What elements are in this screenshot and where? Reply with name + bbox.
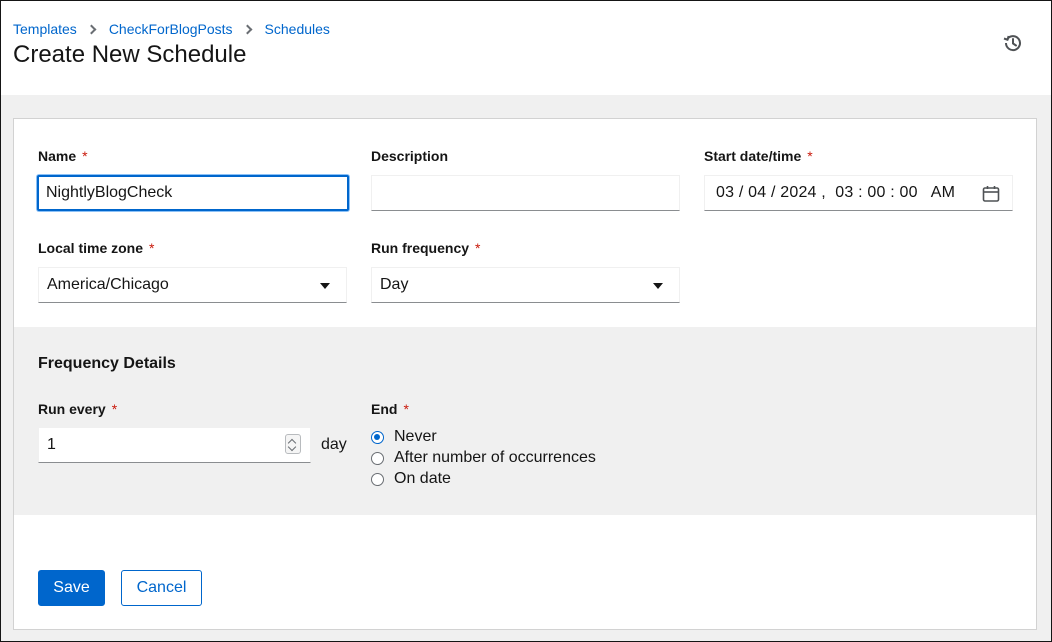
page-title: Create New Schedule <box>13 41 247 68</box>
caret-down-icon <box>320 283 330 289</box>
run-every-label: Run every * <box>38 401 118 417</box>
chevron-right-icon <box>242 24 252 34</box>
breadcrumb-schedules-link[interactable]: Schedules <box>265 21 330 37</box>
end-never-radio[interactable]: Never <box>371 428 437 446</box>
end-label: End * <box>371 401 409 417</box>
save-button[interactable]: Save <box>38 570 105 606</box>
frequency-details-title: Frequency Details <box>38 355 176 372</box>
schedule-form-card: Name * NightlyBlogCheck Description Start… <box>13 118 1037 630</box>
chevron-right-icon <box>86 24 97 34</box>
caret-down-icon <box>653 283 663 289</box>
history-icon[interactable] <box>1003 33 1023 53</box>
run-every-input[interactable]: 1 <box>38 427 311 463</box>
radio-unchecked-icon[interactable] <box>371 472 384 486</box>
name-label: Name * <box>38 148 88 164</box>
run-every-unit: day <box>321 436 347 453</box>
description-label: Description <box>371 148 449 164</box>
start-datetime-label: Start date/time * <box>704 148 813 164</box>
radio-checked-icon[interactable] <box>371 430 384 444</box>
start-datetime-input[interactable]: 03 / 04 / 2024 , 03 : 00 : 00 AM <box>704 175 1013 211</box>
page-header: Templates CheckForBlogPosts Schedules Cr… <box>1 1 1051 95</box>
name-input[interactable]: NightlyBlogCheck <box>37 175 349 211</box>
frequency-details-section: Frequency Details Run every * 1 day End * … <box>14 327 1036 515</box>
run-frequency-select[interactable]: Day <box>371 267 680 303</box>
run-frequency-label: Run frequency * <box>371 240 481 256</box>
cancel-button[interactable]: Cancel <box>121 570 202 606</box>
breadcrumb-templates-link[interactable]: Templates <box>13 21 77 37</box>
timezone-select[interactable]: America/Chicago <box>38 267 347 303</box>
breadcrumb: Templates CheckForBlogPosts Schedules <box>13 21 330 37</box>
end-on-date-radio[interactable]: On date <box>371 470 451 488</box>
breadcrumb-template-link[interactable]: CheckForBlogPosts <box>109 21 233 37</box>
number-stepper[interactable] <box>285 434 301 454</box>
radio-unchecked-icon[interactable] <box>371 451 384 465</box>
calendar-icon[interactable] <box>982 185 1000 203</box>
end-after-occurrences-radio[interactable]: After number of occurrences <box>371 449 596 467</box>
description-input[interactable] <box>371 175 680 211</box>
timezone-label: Local time zone * <box>38 240 155 256</box>
